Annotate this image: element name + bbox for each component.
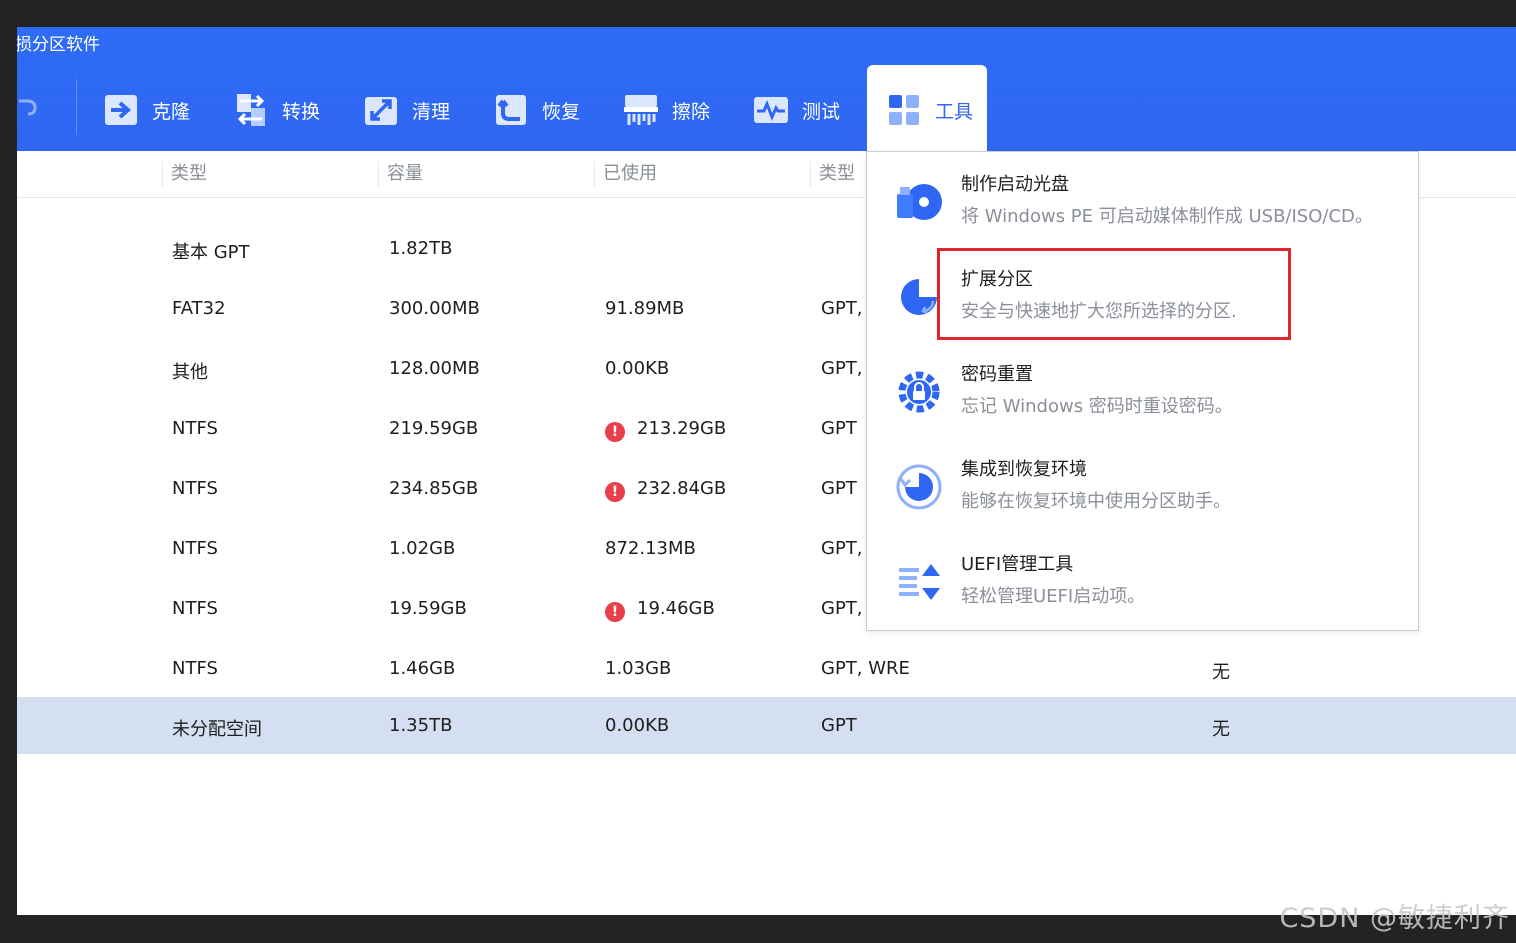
toolbar-tools-tab[interactable]: 工具	[867, 65, 987, 155]
cell-partition-type: GPT	[821, 715, 857, 736]
cell-extra: 无	[1212, 719, 1230, 740]
undo-icon[interactable]	[17, 93, 41, 121]
table-row-selected[interactable]: 未分配空间 1.35TB 0.00KB GPT 无	[17, 697, 1516, 754]
recovery-environment-icon	[893, 461, 945, 513]
password-reset-icon	[893, 366, 945, 418]
column-header-capacity[interactable]: 容量	[378, 161, 423, 187]
tools-grid-icon	[885, 91, 923, 129]
menu-item-recovery-environment[interactable]: 集成到恢复环境 能够在恢复环境中使用分区助手。	[867, 437, 1418, 532]
bootable-media-icon	[893, 176, 945, 228]
cell-capacity: 1.35TB	[389, 715, 453, 736]
cell-used: ! 232.84GB	[605, 478, 726, 502]
toolbar-recover-button[interactable]: 恢复	[492, 90, 580, 130]
cell-partition-type: GPT,	[821, 598, 863, 619]
warning-icon: !	[605, 482, 625, 502]
menu-item-desc: 能够在恢复环境中使用分区助手。	[961, 491, 1231, 512]
recover-icon	[492, 91, 530, 129]
cell-capacity: 234.85GB	[389, 478, 479, 499]
cell-partition-type: GPT	[821, 478, 857, 499]
title-toolbar: 损分区软件 克隆 转换 清理 恢复 擦除 测试 工具	[17, 27, 1516, 155]
menu-item-desc: 将 Windows PE 可启动媒体制作成 USB/ISO/CD。	[961, 206, 1373, 227]
toolbar-test-button[interactable]: 测试	[752, 90, 840, 130]
cell-used: 0.00KB	[605, 715, 670, 736]
cell-capacity: 300.00MB	[389, 298, 480, 319]
menu-item-uefi-manager[interactable]: UEFI管理工具 轻松管理UEFI启动项。	[867, 532, 1418, 627]
cell-used: 91.89MB	[605, 298, 685, 319]
toolbar-tools-label: 工具	[935, 100, 974, 123]
cell-partition-type: GPT,	[821, 538, 863, 559]
clone-icon	[102, 91, 140, 129]
menu-item-title: 集成到恢复环境	[961, 459, 1087, 480]
toolbar-cleanup-label: 清理	[412, 100, 451, 123]
cell-capacity: 1.02GB	[389, 538, 456, 559]
cell-type: NTFS	[172, 418, 218, 439]
toolbar-test-label: 测试	[802, 100, 841, 123]
cell-capacity: 128.00MB	[389, 358, 480, 379]
cell-type: FAT32	[172, 298, 226, 319]
menu-item-bootable-media[interactable]: 制作启动光盘 将 Windows PE 可启动媒体制作成 USB/ISO/CD。	[867, 152, 1418, 247]
cell-partition-type: GPT,	[821, 298, 863, 319]
table-row[interactable]: NTFS 1.46GB 1.03GB GPT, WRE 无	[17, 640, 1516, 697]
cell-used: 0.00KB	[605, 358, 670, 379]
toolbar-clone-button[interactable]: 克隆	[102, 90, 190, 130]
uefi-manager-icon	[893, 556, 945, 608]
cell-used: ! 19.46GB	[605, 598, 715, 622]
cell-capacity: 1.46GB	[389, 658, 456, 679]
toolbar-wipe-label: 擦除	[672, 100, 711, 123]
cell-capacity: 19.59GB	[389, 598, 467, 619]
menu-item-password-reset[interactable]: 密码重置 忘记 Windows 密码时重设密码。	[867, 342, 1418, 437]
cell-partition-type: GPT	[821, 418, 857, 439]
cell-type: NTFS	[172, 658, 218, 679]
menu-item-title: 制作启动光盘	[961, 174, 1069, 195]
toolbar-recover-label: 恢复	[542, 100, 581, 123]
cell-used-value: 213.29GB	[637, 418, 727, 439]
toolbar-clone-label: 克隆	[152, 100, 191, 123]
cell-type: NTFS	[172, 478, 218, 499]
cell-used-value: 232.84GB	[637, 478, 727, 499]
cell-type: 其他	[172, 362, 208, 383]
cell-type: NTFS	[172, 598, 218, 619]
cell-used-value: 19.46GB	[637, 598, 715, 619]
toolbar-wipe-button[interactable]: 擦除	[622, 90, 710, 130]
cell-type: NTFS	[172, 538, 218, 559]
cell-used: ! 213.29GB	[605, 418, 726, 442]
cell-extra: 无	[1212, 662, 1230, 683]
toolbar-convert-label: 转换	[282, 100, 321, 123]
cell-type: 基本 GPT	[172, 242, 250, 263]
toolbar-separator	[76, 79, 77, 135]
menu-item-title: UEFI管理工具	[961, 554, 1074, 575]
tools-dropdown-menu: 制作启动光盘 将 Windows PE 可启动媒体制作成 USB/ISO/CD。…	[866, 151, 1419, 631]
test-icon	[752, 91, 790, 129]
menu-item-title: 密码重置	[961, 364, 1033, 385]
cell-capacity: 219.59GB	[389, 418, 479, 439]
cell-used: 1.03GB	[605, 658, 672, 679]
cell-used: 872.13MB	[605, 538, 696, 559]
cell-type: 未分配空间	[172, 719, 262, 740]
column-header-partition-type[interactable]: 类型	[810, 161, 855, 187]
menu-item-desc: 轻松管理UEFI启动项。	[961, 586, 1146, 607]
column-header-type[interactable]: 类型	[162, 161, 207, 187]
watermark: CSDN @敏捷利齐	[1279, 903, 1510, 934]
warning-icon: !	[605, 422, 625, 442]
cell-capacity: 1.82TB	[389, 238, 453, 259]
annotation-highlight-box	[937, 248, 1291, 340]
warning-icon: !	[605, 602, 625, 622]
toolbar-cleanup-button[interactable]: 清理	[362, 90, 450, 130]
column-header-used[interactable]: 已使用	[594, 161, 657, 187]
cleanup-icon	[362, 91, 400, 129]
cell-partition-type: GPT,	[821, 358, 863, 379]
convert-icon	[232, 91, 270, 129]
wipe-icon	[622, 91, 660, 129]
toolbar-convert-button[interactable]: 转换	[232, 90, 320, 130]
cell-partition-type: GPT, WRE	[821, 658, 910, 679]
window-title: 损分区软件	[17, 35, 100, 55]
menu-item-desc: 忘记 Windows 密码时重设密码。	[961, 396, 1233, 417]
